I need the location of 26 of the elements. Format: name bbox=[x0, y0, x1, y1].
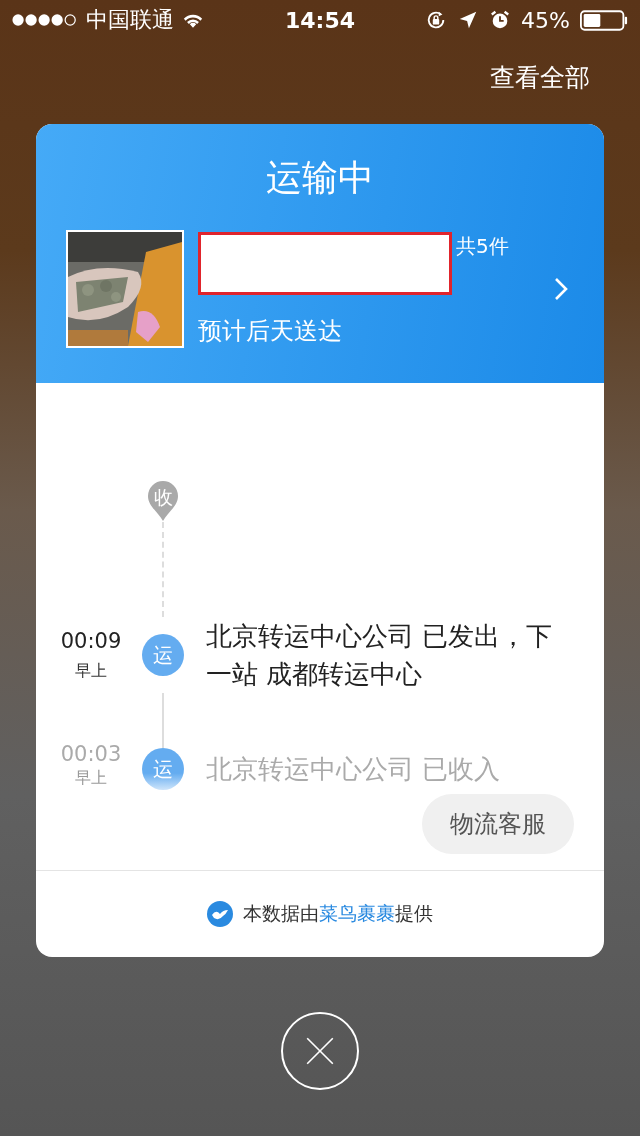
event-description: 北京转运中心公司 已发出，下一站 成都转运中心 bbox=[206, 620, 554, 691]
data-source-note: 本数据由菜鸟裹裹提供 bbox=[243, 901, 433, 926]
event-time: 00:03 bbox=[60, 742, 122, 766]
item-count: 共5件 bbox=[456, 232, 509, 260]
clock-time: 14:54 bbox=[285, 7, 355, 33]
event-badge: 运 bbox=[142, 634, 184, 676]
alarm-icon bbox=[489, 9, 512, 31]
bird-logo-icon bbox=[207, 901, 233, 927]
event-period: 早上 bbox=[75, 660, 107, 682]
view-all-link[interactable]: 查看全部 bbox=[490, 60, 590, 94]
chevron-right-icon bbox=[554, 277, 568, 301]
delivery-estimate: 预计后天送达 bbox=[198, 315, 343, 347]
cainiao-link[interactable]: 菜鸟裹裹 bbox=[319, 902, 395, 924]
battery-percent: 45% bbox=[521, 7, 570, 33]
pin-marker: 收 bbox=[147, 480, 179, 522]
carrier-name: 中国联通 bbox=[86, 6, 174, 34]
status-title: 运输中 bbox=[266, 156, 374, 200]
event-badge: 运 bbox=[142, 748, 184, 790]
close-button[interactable] bbox=[281, 1012, 359, 1090]
event-time: 00:09 bbox=[60, 628, 122, 653]
signal-icon bbox=[12, 13, 78, 27]
event-period: 早上 bbox=[75, 768, 107, 789]
battery-icon bbox=[580, 9, 628, 31]
close-icon bbox=[304, 1035, 336, 1067]
event-description: 北京转运中心公司 已收入 bbox=[206, 753, 502, 786]
logistics-service-button[interactable]: 物流客服 bbox=[422, 794, 574, 854]
